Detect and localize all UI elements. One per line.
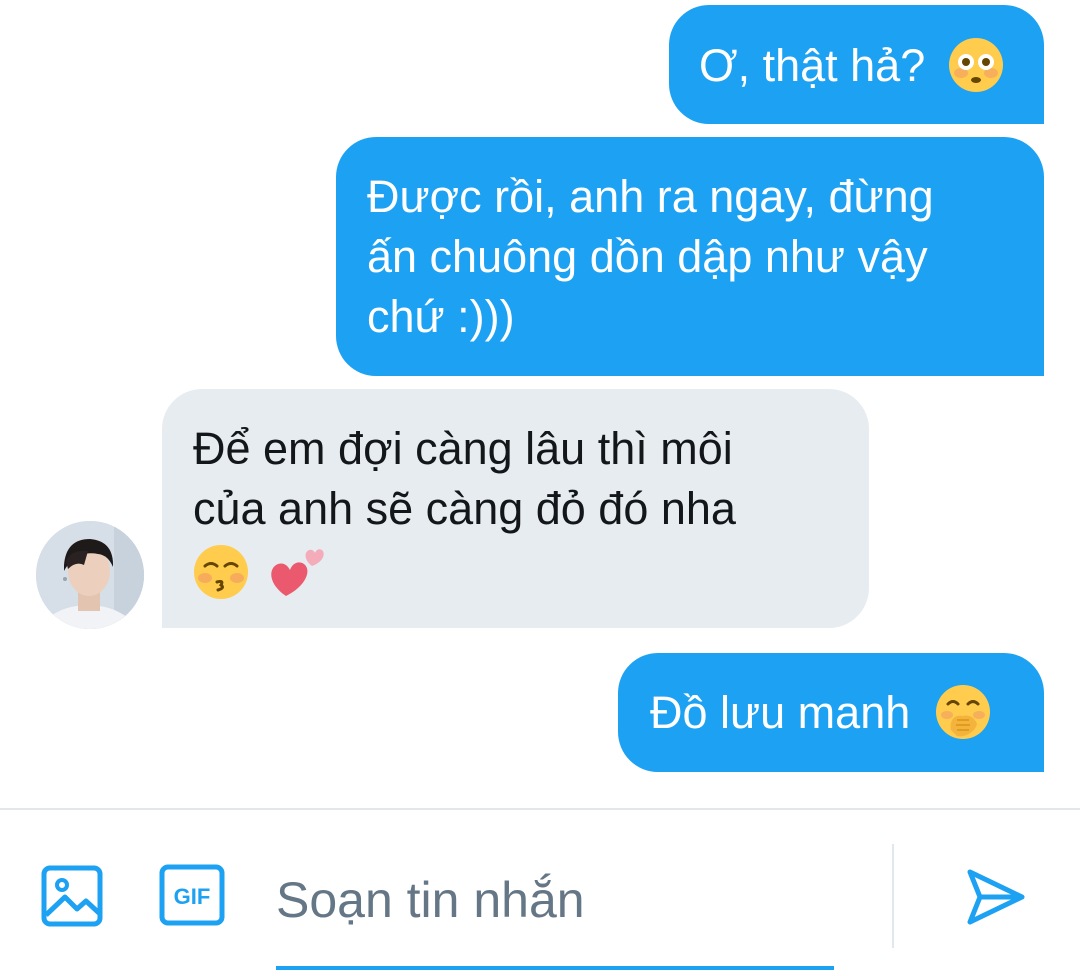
message-emoji-row <box>193 539 869 600</box>
kissing-closed-eyes-emoji <box>193 544 249 600</box>
image-icon <box>41 865 103 927</box>
send-button[interactable] <box>960 862 1030 932</box>
send-icon <box>967 869 1025 925</box>
message-bubble-sent[interactable]: Ơ, thật hả? <box>669 5 1044 124</box>
add-media-button[interactable] <box>40 864 104 928</box>
message-thread[interactable]: Ơ, thật hả? Được rồi, anh ra ngay, đừng … <box>0 0 1080 808</box>
two-hearts-emoji <box>266 544 326 600</box>
flushed-face-emoji <box>948 37 1004 93</box>
send-separator <box>892 844 894 948</box>
gif-icon: GIF <box>159 864 225 926</box>
message-input[interactable] <box>276 850 834 950</box>
dm-conversation-screen: Ơ, thật hả? Được rồi, anh ra ngay, đừng … <box>0 0 1080 976</box>
message-bubble-sent[interactable]: Đồ lưu manh <box>618 653 1044 772</box>
sender-avatar[interactable] <box>36 521 144 629</box>
message-text: Ơ, thật hả? <box>699 40 926 91</box>
message-text: Để em đợi càng lâu thì môi của anh sẽ cà… <box>193 423 736 534</box>
add-gif-button[interactable]: GIF <box>159 864 225 926</box>
message-composer: GIF <box>0 810 1080 976</box>
message-bubble-received[interactable]: Để em đợi càng lâu thì môi của anh sẽ cà… <box>162 389 869 628</box>
avatar-image <box>36 521 144 629</box>
message-text: Được rồi, anh ra ngay, đừng ấn chuông dồ… <box>367 171 934 342</box>
face-with-hand-over-mouth-emoji <box>935 684 991 740</box>
message-bubble-sent[interactable]: Được rồi, anh ra ngay, đừng ấn chuông dồ… <box>336 137 1044 376</box>
input-focus-underline <box>276 966 834 970</box>
message-text: Đồ lưu manh <box>650 687 911 738</box>
gif-label: GIF <box>174 884 211 909</box>
